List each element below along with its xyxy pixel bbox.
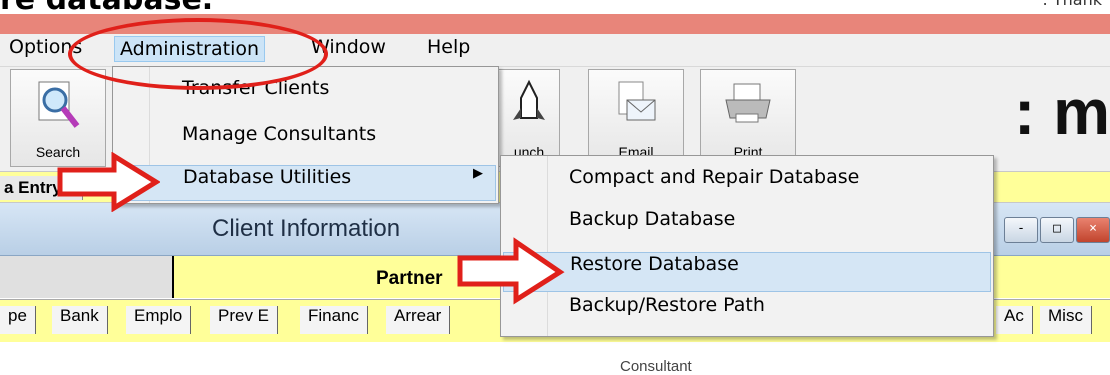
annotation-circle bbox=[68, 18, 328, 90]
tab-type[interactable]: pe bbox=[0, 306, 36, 334]
annotation-arrow-icon bbox=[457, 237, 565, 305]
tab-ac[interactable]: Ac bbox=[996, 306, 1033, 334]
brand-logo-text: : m bbox=[1014, 76, 1110, 148]
rocket-icon bbox=[513, 79, 545, 120]
tab-finance[interactable]: Financ bbox=[300, 306, 369, 334]
submenu-item-label: Compact and Repair Database bbox=[569, 166, 860, 188]
menu-item-compact-repair[interactable]: Compact and Repair Database bbox=[503, 166, 989, 204]
partner-row-left-cell bbox=[0, 256, 174, 298]
email-button[interactable]: Email bbox=[588, 69, 684, 167]
menu-item-label: Database Utilities bbox=[183, 166, 352, 188]
caption-text: re database. bbox=[0, 0, 213, 14]
printer-icon bbox=[725, 83, 771, 123]
menu-item-restore-database[interactable]: Restore Database bbox=[503, 252, 991, 292]
print-button[interactable]: Print bbox=[700, 69, 796, 167]
menu-help[interactable]: Help bbox=[422, 36, 475, 62]
annotation-arrow-icon bbox=[57, 152, 160, 212]
menu-item-database-utilities[interactable]: Database Utilities ▶ bbox=[114, 165, 496, 201]
email-icon bbox=[618, 81, 656, 121]
partner-label: Partner bbox=[376, 268, 443, 289]
tab-arrears[interactable]: Arrear bbox=[386, 306, 451, 334]
submenu-arrow-icon: ▶ bbox=[473, 166, 483, 181]
database-utilities-submenu: Compact and Repair Database Backup Datab… bbox=[500, 155, 994, 337]
minimize-button[interactable]: - bbox=[1004, 217, 1038, 243]
search-icon bbox=[38, 81, 80, 128]
caption-right-text: : Thank bbox=[1042, 0, 1102, 9]
consultant-label: Consultant bbox=[620, 358, 692, 375]
tab-employment[interactable]: Emplo bbox=[126, 306, 192, 334]
maximize-button[interactable]: □ bbox=[1040, 217, 1074, 243]
menu-item-label: Manage Consultants bbox=[182, 123, 377, 145]
tab-prev-employment[interactable]: Prev E bbox=[210, 306, 279, 334]
submenu-item-label: Backup/Restore Path bbox=[569, 294, 765, 316]
submenu-item-label: Backup Database bbox=[569, 208, 736, 230]
menu-item-backup-database[interactable]: Backup Database bbox=[503, 208, 989, 246]
menu-item-manage-consultants[interactable]: Manage Consultants bbox=[114, 123, 496, 157]
client-info-title: Client Information bbox=[212, 215, 401, 242]
menu-item-backup-restore-path[interactable]: Backup/Restore Path bbox=[503, 294, 989, 332]
tab-misc[interactable]: Misc bbox=[1040, 306, 1092, 334]
form-body: Consultant bbox=[0, 342, 1110, 375]
launch-button[interactable]: unch bbox=[498, 69, 560, 167]
close-button[interactable]: × bbox=[1076, 217, 1110, 243]
tab-bank[interactable]: Bank bbox=[52, 306, 108, 334]
submenu-item-label: Restore Database bbox=[570, 253, 739, 275]
caption-strip: re database. : Thank bbox=[0, 0, 1110, 14]
